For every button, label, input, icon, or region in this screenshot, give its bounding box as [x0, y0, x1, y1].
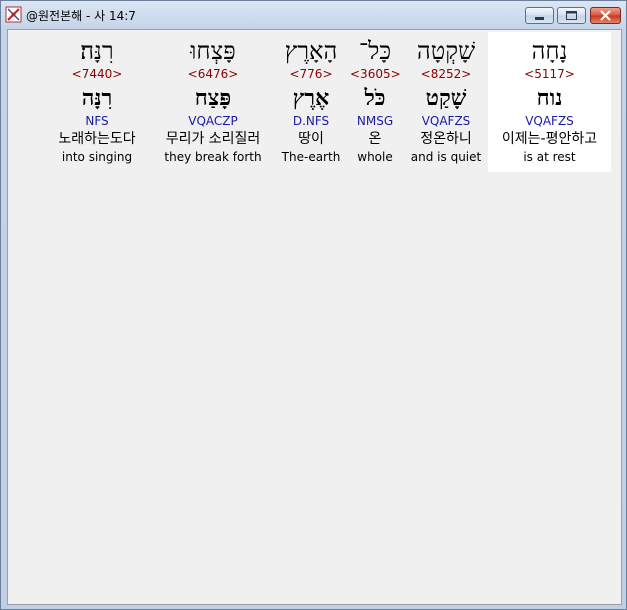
- strong-number[interactable]: <776>: [280, 67, 342, 81]
- minimize-icon: [535, 17, 544, 20]
- english-gloss: they break forth: [164, 150, 262, 164]
- korean-gloss: 땅이: [298, 131, 324, 147]
- english-gloss: whole: [357, 150, 393, 164]
- lemma-word: כֹּל: [364, 85, 386, 111]
- korean-gloss: 이제는-평안하고: [501, 131, 598, 147]
- close-icon: [600, 10, 611, 21]
- strong-number[interactable]: <3605>: [350, 67, 401, 81]
- parse-code: VQAFZS: [525, 114, 574, 128]
- hebrew-word: נָחָה: [531, 37, 568, 65]
- parse-code: VQAFZS: [421, 114, 471, 128]
- hebrew-word: כָּל־: [358, 37, 392, 65]
- korean-gloss: 온: [368, 131, 382, 147]
- parse-code: NFS: [85, 114, 109, 128]
- hebrew-word: הָאָרֶץ: [284, 37, 338, 65]
- word-column[interactable]: פָּצְחוּ <6476> פָּצַח VQACZP 무리가 소리질러 t…: [154, 32, 272, 172]
- english-gloss: The-earth: [281, 150, 341, 164]
- strong-number[interactable]: <7440>: [48, 67, 146, 81]
- app-compass-icon[interactable]: [5, 6, 22, 23]
- maximize-button[interactable]: [557, 7, 586, 24]
- strong-number[interactable]: <5117>: [488, 67, 611, 81]
- interlinear-panel: נָחָה <5117> נוח VQAFZS 이제는-평안하고 is at r…: [7, 29, 622, 605]
- title-bar[interactable]: @원전본해 - 사 14:7: [1, 1, 626, 29]
- korean-gloss: 정온하니: [420, 131, 472, 147]
- hebrew-word: פָּצְחוּ: [190, 37, 236, 65]
- strong-number[interactable]: <6476>: [154, 67, 272, 81]
- close-button[interactable]: [590, 7, 621, 24]
- parse-code: D.NFS: [292, 114, 330, 128]
- lemma-word: אֶרֶץ: [292, 85, 330, 111]
- word-column[interactable]: נָחָה <5117> נוח VQAFZS 이제는-평안하고 is at r…: [488, 32, 611, 172]
- korean-gloss: 노래하는도다: [58, 131, 136, 147]
- hebrew-word: רִנָּה׃: [80, 37, 114, 65]
- korean-gloss: 무리가 소리질러: [165, 131, 261, 147]
- lemma-word: רִנָּה: [81, 85, 113, 111]
- word-column[interactable]: כָּל־ <3605> כֹּל NMSG 온 whole: [350, 32, 401, 172]
- parse-code: VQACZP: [188, 114, 238, 128]
- parse-code: NMSG: [356, 114, 394, 128]
- english-gloss: and is quiet: [410, 150, 482, 164]
- app-window: @원전본해 - 사 14:7 נָחָה <5117> נוח VQAFZS 이…: [0, 0, 627, 610]
- word-column[interactable]: רִנָּה׃ <7440> רִנָּה NFS 노래하는도다 into si…: [48, 32, 146, 172]
- minimize-button[interactable]: [525, 7, 554, 24]
- english-gloss: into singing: [61, 150, 133, 164]
- window-title: @원전본해 - 사 14:7: [26, 9, 136, 23]
- word-column[interactable]: שָׁקְטָה <8252> שָׁקַט VQAFZS 정온하니 and i…: [408, 32, 484, 172]
- strong-number[interactable]: <8252>: [408, 67, 484, 81]
- hebrew-word: שָׁקְטָה: [416, 37, 476, 65]
- maximize-icon: [566, 11, 577, 20]
- lemma-word: פָּצַח: [194, 85, 232, 111]
- lemma-word: שָׁקַט: [425, 85, 467, 111]
- word-column[interactable]: הָאָרֶץ <776> אֶרֶץ D.NFS 땅이 The-earth: [280, 32, 342, 172]
- english-gloss: is at rest: [523, 150, 576, 164]
- lemma-word: נוח: [536, 85, 563, 111]
